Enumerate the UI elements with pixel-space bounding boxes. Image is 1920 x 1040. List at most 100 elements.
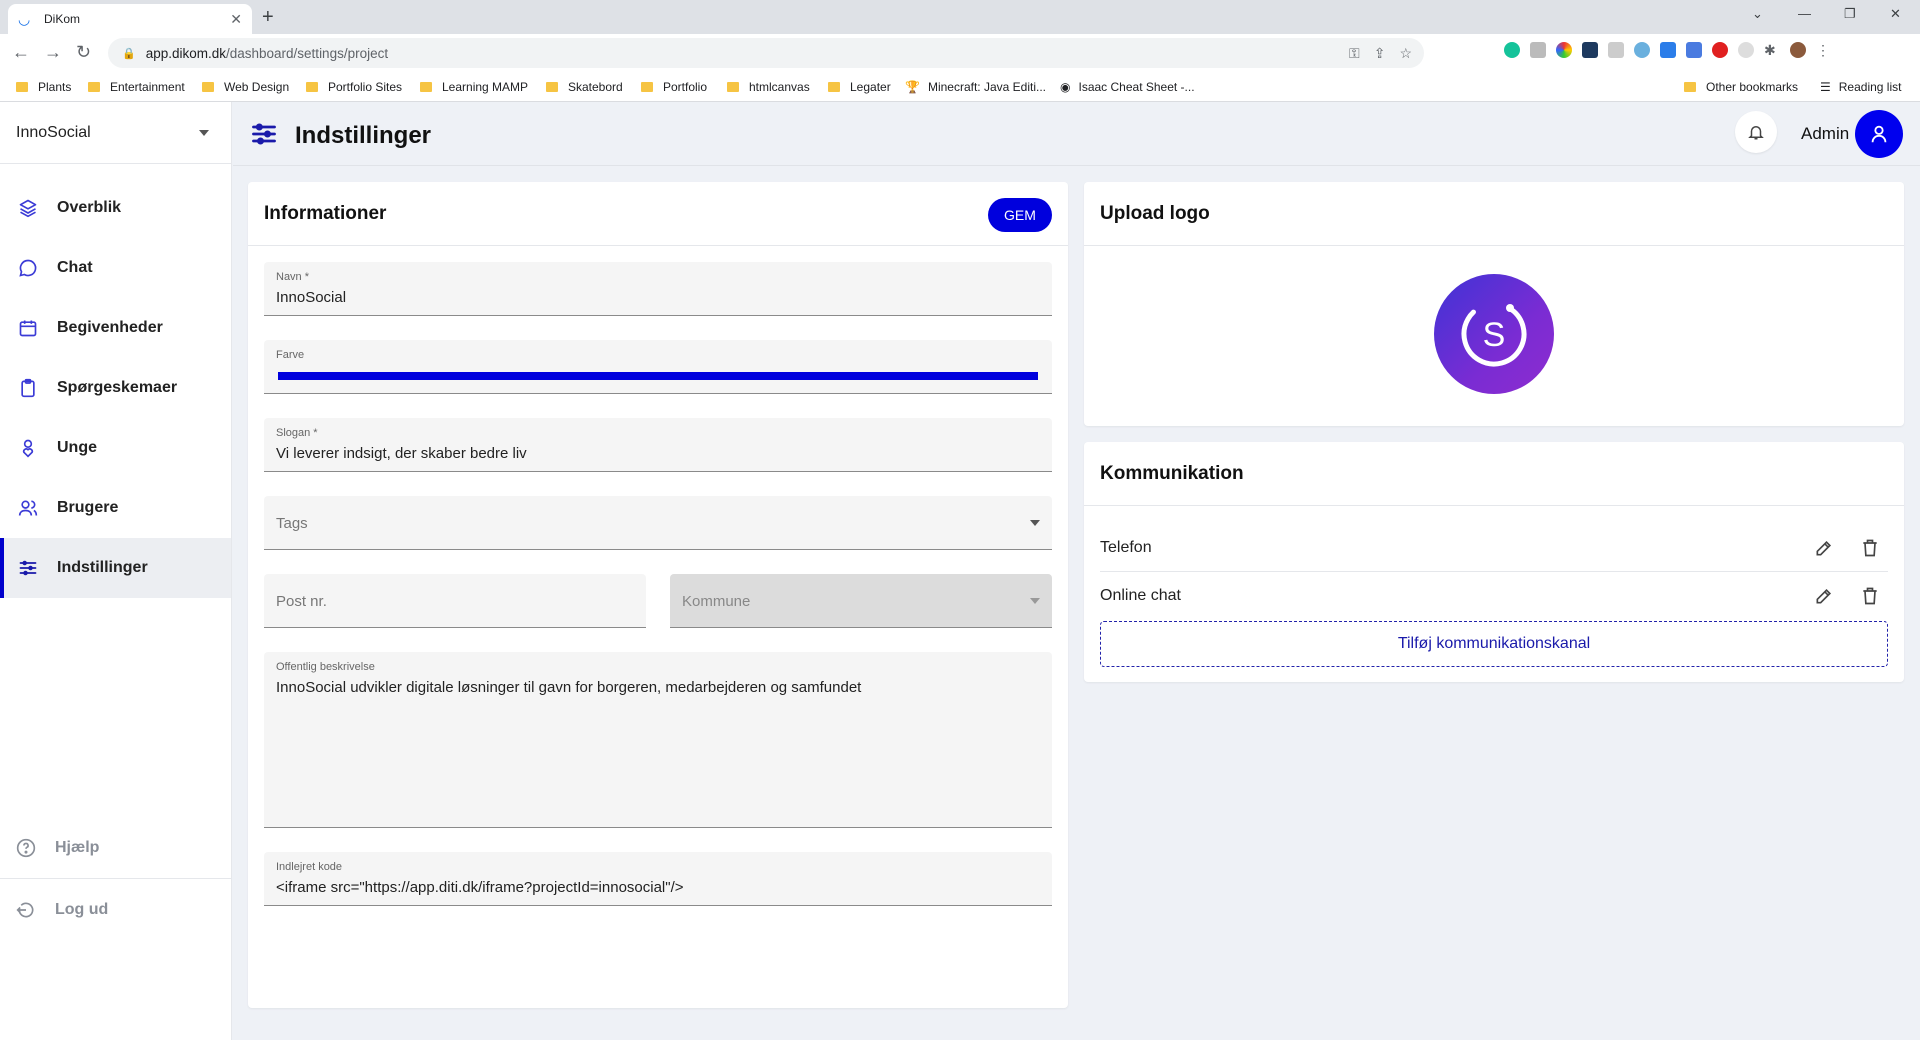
field-label: Offentlig beskrivelse [276,661,375,673]
org-select[interactable]: InnoSocial [0,102,231,164]
restore-icon[interactable]: ❐ [1844,6,1856,22]
bookmark-item[interactable]: Plants [16,80,71,94]
reading-list-icon: ☰ [1820,80,1831,94]
logout-label: Log ud [55,901,109,918]
avatar[interactable] [1855,110,1903,158]
tab-search-icon[interactable]: ⌄ [1752,6,1763,22]
trash-icon[interactable] [1860,538,1880,563]
edit-icon[interactable] [1814,586,1834,611]
new-tab-icon[interactable]: + [262,6,274,29]
notifications-button[interactable] [1735,111,1777,153]
page-title: Indstillinger [295,122,432,149]
grammarly-icon[interactable] [1504,42,1520,58]
edit-icon[interactable] [1814,538,1834,563]
bookmark-item[interactable]: htmlcanvas [727,80,810,94]
colorpicker-icon[interactable] [1556,42,1572,58]
card-title: Kommunikation [1100,462,1244,484]
bookmark-item[interactable]: Learning MAMP [420,80,528,94]
field-label: Navn * [276,271,310,283]
calendar-icon [18,318,38,338]
svg-text:S: S [1483,316,1506,354]
sidebar-item-indstillinger[interactable]: Indstillinger [0,538,231,598]
bookmark-item[interactable]: ◉ Isaac Cheat Sheet -... [1060,80,1195,94]
folder-icon [1684,82,1696,92]
bookmark-item[interactable]: Skatebord [546,80,623,94]
communication-card: Kommunikation Telefon Online chat Tilføj… [1084,442,1904,682]
name-field[interactable]: Navn * InnoSocial [264,262,1052,316]
clipboard-icon [18,378,38,398]
help-link[interactable]: Hjælp [0,818,232,878]
react-devtools-icon[interactable] [1582,42,1598,58]
save-button[interactable]: GEM [988,198,1052,232]
lock-icon: 🔒 [122,47,136,60]
extensions-area: ✱ ⋮ [1504,42,1832,58]
reload-icon[interactable]: ↻ [76,42,91,63]
bookmark-item[interactable]: Entertainment [88,80,185,94]
extension-icon[interactable] [1608,42,1624,58]
close-tab-icon[interactable]: ✕ [230,11,242,28]
close-window-icon[interactable]: ✕ [1890,6,1901,22]
chevron-down-icon [1030,598,1040,604]
tags-select[interactable]: Tags [264,496,1052,550]
key-icon[interactable]: ⚿ [1349,45,1360,62]
app: InnoSocial Overblik Chat Begivenheder Sp… [0,102,1920,1040]
extension-icon[interactable] [1634,42,1650,58]
bookmarks-bar: Plants Entertainment Web Design Portfoli… [0,72,1920,102]
logout-link[interactable]: Log ud [0,880,232,940]
slogan-field[interactable]: Slogan * Vi leverer indsigt, der skaber … [264,418,1052,472]
reading-list[interactable]: ☰ Reading list [1820,80,1901,94]
folder-icon [306,82,318,92]
folder-icon [420,82,432,92]
trash-icon[interactable] [1860,586,1880,611]
minimize-icon[interactable]: — [1798,6,1811,21]
sidebar-item-label: Overblik [57,199,122,216]
sidebar-item-brugere[interactable]: Brugere [0,478,231,538]
folder-icon [641,82,653,92]
add-channel-button[interactable]: Tilføj kommunikationskanal [1100,621,1888,667]
bookmark-item[interactable]: Web Design [202,80,289,94]
sidebar-item-chat[interactable]: Chat [0,238,231,298]
help-icon [16,838,36,858]
color-field[interactable]: Farve [264,340,1052,394]
bookmark-item[interactable]: 🏆 Minecraft: Java Editi... [905,80,1046,94]
help-label: Hjælp [55,839,100,856]
extension-icon[interactable] [1738,42,1754,58]
description-field[interactable]: Offentlig beskrivelse InnoSocial udvikle… [264,652,1052,828]
back-icon[interactable]: ← [12,42,30,63]
user-icon [1871,125,1887,143]
kommune-select[interactable]: Kommune [670,574,1052,628]
extension-icon[interactable] [1712,42,1728,58]
menu-icon[interactable]: ⋮ [1816,42,1832,58]
sidebar-item-begivenheder[interactable]: Begivenheder [0,298,231,358]
dikom-favicon-icon: ◡ [18,11,31,27]
extension-icon[interactable] [1686,42,1702,58]
field-value: InnoSocial udvikler digitale løsninger t… [276,679,862,696]
bookmark-item[interactable]: Portfolio [641,80,707,94]
other-bookmarks[interactable]: Other bookmarks [1684,80,1798,94]
field-value: <iframe src="https://app.diti.dk/iframe?… [276,879,684,896]
address-bar[interactable]: 🔒 app.dikom.dk/dashboard/settings/projec… [108,38,1424,68]
project-logo[interactable]: S [1434,274,1554,394]
sidebar-item-overblik[interactable]: Overblik [0,178,231,238]
sidebar-item-unge[interactable]: Unge [0,418,231,478]
forward-icon[interactable]: → [44,42,62,63]
extension-icon[interactable] [1530,42,1546,58]
bookmark-item[interactable]: Legater [828,80,891,94]
sidebar-divider [0,878,232,879]
browser-tab[interactable]: ◡ DiKom ✕ [8,4,252,34]
bookmark-item[interactable]: Portfolio Sites [306,80,402,94]
folder-icon [202,82,214,92]
profile-avatar[interactable] [1790,42,1806,58]
info-card: Informationer GEM Navn * InnoSocial Farv… [248,182,1068,1008]
puzzle-icon[interactable]: ✱ [1764,42,1780,58]
star-icon[interactable]: ☆ [1399,45,1412,62]
sliders-icon [18,558,38,578]
extension-icon[interactable] [1660,42,1676,58]
card-title: Informationer [264,202,387,224]
share-icon[interactable]: ⇪ [1374,45,1386,62]
sidebar-item-sporgeskemaer[interactable]: Spørgeskemaer [0,358,231,418]
bell-icon [1748,126,1764,140]
postnr-field[interactable]: Post nr. [264,574,646,628]
embed-code-field[interactable]: Indlejret kode <iframe src="https://app.… [264,852,1052,906]
layers-icon [18,198,38,218]
